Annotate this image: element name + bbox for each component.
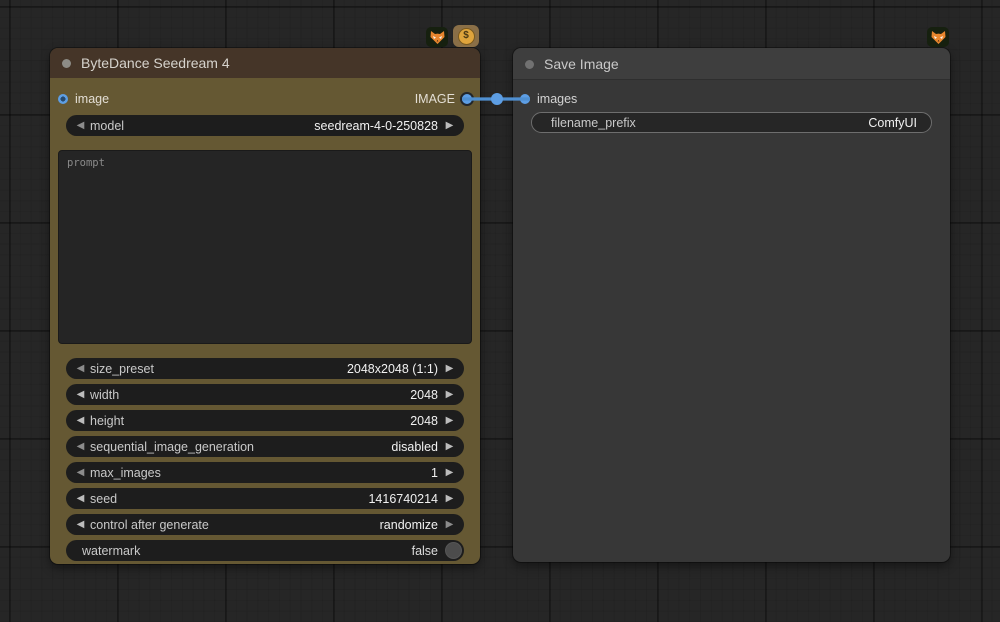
node-save-image[interactable]: Save Image images filename_prefix ComfyU…	[513, 48, 950, 562]
fox-badge-icon	[927, 27, 949, 47]
collapse-dot[interactable]	[525, 60, 534, 69]
input-slot-label: image	[75, 92, 109, 106]
prompt-textarea[interactable]	[58, 150, 472, 344]
increment-arrow-icon[interactable]: ▶	[443, 390, 456, 400]
widget-label: width	[90, 388, 410, 402]
node-bytedance-seedream-4[interactable]: $ ByteDance Seedream 4 image IMAGE ◀ mod…	[50, 48, 480, 564]
collapse-dot[interactable]	[62, 59, 71, 68]
decrement-arrow-icon[interactable]: ◀	[74, 390, 87, 400]
increment-arrow-icon[interactable]: ▶	[443, 494, 456, 504]
widget-value: 2048x2048 (1:1)	[347, 362, 438, 376]
decrement-arrow-icon[interactable]: ◀	[74, 364, 87, 374]
output-port-icon[interactable]	[462, 94, 472, 104]
slot-row: images	[513, 88, 950, 110]
input-slot-label: images	[537, 92, 577, 106]
node-header-seedream[interactable]: ByteDance Seedream 4	[50, 48, 480, 78]
widget-value: ComfyUI	[868, 116, 917, 130]
input-slot-images[interactable]: images	[520, 92, 577, 106]
fox-face-icon	[931, 31, 946, 44]
widget-label: control after generate	[90, 518, 380, 532]
input-slot-image[interactable]: image	[58, 92, 109, 106]
decrement-arrow-icon[interactable]: ◀	[74, 494, 87, 504]
link-midpoint-dot[interactable]	[491, 93, 503, 105]
widget-label: watermark	[82, 544, 412, 558]
decrement-arrow-icon[interactable]: ◀	[74, 442, 87, 452]
widget-value: 1	[431, 466, 438, 480]
widget-label: filename_prefix	[551, 116, 868, 130]
input-port-icon[interactable]	[520, 94, 530, 104]
widget-height[interactable]: ◀ height 2048 ▶	[66, 410, 464, 431]
widget-seed[interactable]: ◀ seed 1416740214 ▶	[66, 488, 464, 509]
node-header-save-image[interactable]: Save Image	[513, 48, 950, 80]
decrement-arrow-icon[interactable]: ◀	[74, 468, 87, 478]
coin-dollar-icon: $	[458, 28, 475, 45]
widget-label: sequential_image_generation	[90, 440, 391, 454]
widget-value: 2048	[410, 414, 438, 428]
widget-label: seed	[90, 492, 368, 506]
increment-arrow-icon[interactable]: ▶	[443, 468, 456, 478]
widget-watermark[interactable]: watermark false	[66, 540, 464, 561]
widget-value: 1416740214	[368, 492, 438, 506]
increment-arrow-icon[interactable]: ▶	[443, 442, 456, 452]
widget-value: seedream-4-0-250828	[314, 119, 438, 133]
node-title: Save Image	[544, 56, 619, 72]
widget-label: size_preset	[90, 362, 347, 376]
widget-value: randomize	[380, 518, 438, 532]
increment-arrow-icon[interactable]: ▶	[443, 121, 456, 131]
increment-arrow-icon[interactable]: ▶	[443, 416, 456, 426]
widget-sequential-image-generation[interactable]: ◀ sequential_image_generation disabled ▶	[66, 436, 464, 457]
node-badges	[927, 27, 949, 47]
money-badge-icon: $	[453, 25, 479, 47]
widget-value: false	[412, 544, 438, 558]
node-badges: $	[426, 25, 479, 47]
toggle-knob[interactable]	[445, 542, 462, 559]
widget-size-preset[interactable]: ◀ size_preset 2048x2048 (1:1) ▶	[66, 358, 464, 379]
increment-arrow-icon[interactable]: ▶	[443, 520, 456, 530]
input-port-icon[interactable]	[58, 94, 68, 104]
decrement-arrow-icon[interactable]: ◀	[74, 416, 87, 426]
widget-value: 2048	[410, 388, 438, 402]
widget-label: height	[90, 414, 410, 428]
widget-value: disabled	[391, 440, 438, 454]
node-title: ByteDance Seedream 4	[81, 55, 230, 71]
fox-badge-icon	[426, 27, 448, 47]
widget-width[interactable]: ◀ width 2048 ▶	[66, 384, 464, 405]
fox-face-icon	[430, 31, 445, 44]
widget-control-after-generate[interactable]: ◀ control after generate randomize ▶	[66, 514, 464, 535]
increment-arrow-icon[interactable]: ▶	[443, 364, 456, 374]
slot-row: image IMAGE	[50, 88, 480, 110]
widget-label: max_images	[90, 466, 431, 480]
decrement-arrow-icon[interactable]: ◀	[74, 520, 87, 530]
output-slot-label: IMAGE	[415, 92, 455, 106]
output-slot-image[interactable]: IMAGE	[415, 92, 472, 106]
decrement-arrow-icon[interactable]: ◀	[74, 121, 87, 131]
widget-max-images[interactable]: ◀ max_images 1 ▶	[66, 462, 464, 483]
widget-label: model	[90, 119, 314, 133]
graph-canvas[interactable]: $ ByteDance Seedream 4 image IMAGE ◀ mod…	[0, 0, 1000, 622]
widget-filename-prefix[interactable]: filename_prefix ComfyUI	[531, 112, 932, 133]
widget-model[interactable]: ◀ model seedream-4-0-250828 ▶	[66, 115, 464, 136]
